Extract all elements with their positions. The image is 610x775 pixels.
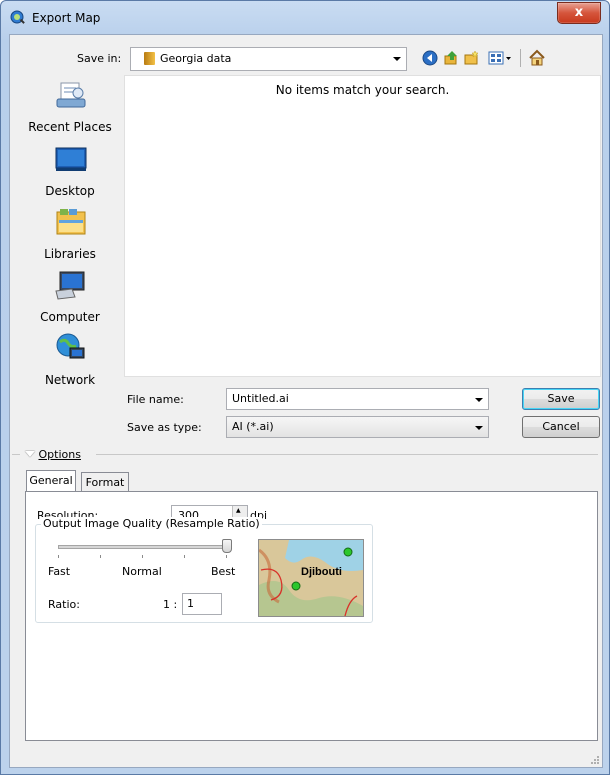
general-panel: Resolution: 300 ▲ ▼ dpi Output Image Qua… bbox=[25, 491, 598, 741]
dialog-client: Save in: Georgia data Recent Places Desk… bbox=[9, 34, 603, 768]
save-as-type-dropdown[interactable]: AI (*.ai) bbox=[226, 416, 489, 438]
place-label: Libraries bbox=[44, 247, 96, 261]
options-divider-right bbox=[96, 454, 598, 455]
app-icon bbox=[10, 10, 25, 24]
options-divider-left bbox=[12, 454, 20, 455]
slider-label-best: Best bbox=[211, 565, 236, 578]
empty-message: No items match your search. bbox=[275, 83, 450, 97]
network-icon bbox=[56, 333, 85, 359]
file-list[interactable]: No items match your search. bbox=[124, 75, 601, 377]
recent-places-icon bbox=[56, 82, 86, 108]
folder-icon bbox=[144, 52, 155, 65]
file-name-value: Untitled.ai bbox=[232, 392, 289, 405]
ratio-field[interactable]: 1 bbox=[182, 593, 222, 615]
toolbar-separator bbox=[520, 49, 521, 67]
back-icon[interactable] bbox=[422, 50, 438, 66]
quality-slider-track[interactable] bbox=[58, 545, 230, 549]
computer-icon bbox=[55, 271, 85, 300]
place-label: Desktop bbox=[45, 184, 95, 198]
resize-grip-icon[interactable] bbox=[590, 755, 600, 765]
quality-slider-thumb[interactable] bbox=[222, 539, 232, 553]
place-desktop[interactable]: Desktop bbox=[18, 139, 122, 199]
desktop-icon bbox=[55, 147, 87, 171]
libraries-icon bbox=[56, 209, 86, 235]
home-icon[interactable] bbox=[528, 49, 546, 67]
close-button[interactable]: x bbox=[557, 2, 601, 24]
slider-tick bbox=[100, 555, 101, 558]
save-as-type-value: AI (*.ai) bbox=[232, 420, 274, 433]
tab-format[interactable]: Format bbox=[81, 472, 129, 492]
chevron-down-icon[interactable] bbox=[475, 398, 483, 402]
new-folder-icon[interactable] bbox=[464, 50, 480, 66]
chevron-down-icon[interactable] bbox=[393, 57, 401, 61]
place-recent-places[interactable]: Recent Places bbox=[18, 75, 122, 135]
save-in-dropdown[interactable]: Georgia data bbox=[130, 47, 407, 71]
save-in-label: Save in: bbox=[77, 52, 122, 65]
places-bar: Recent Places Desktop Libraries Computer… bbox=[18, 75, 122, 435]
window-title: Export Map bbox=[32, 11, 101, 25]
views-menu-icon[interactable] bbox=[488, 50, 514, 66]
slider-tick bbox=[58, 555, 59, 558]
place-computer[interactable]: Computer bbox=[18, 265, 122, 325]
group-title: Output Image Quality (Resample Ratio) bbox=[41, 517, 262, 530]
preview-label: Djibouti bbox=[301, 566, 342, 578]
slider-label-fast: Fast bbox=[48, 565, 71, 578]
options-label: Options bbox=[38, 448, 81, 461]
arrow-up-icon[interactable]: ▲ bbox=[236, 508, 241, 514]
slider-tick bbox=[226, 555, 227, 558]
slider-tick bbox=[184, 555, 185, 558]
slider-tick bbox=[142, 555, 143, 558]
place-label: Computer bbox=[40, 310, 100, 324]
options-toggle[interactable]: Options bbox=[25, 448, 81, 461]
up-folder-icon[interactable] bbox=[443, 50, 459, 66]
slider-label-normal: Normal bbox=[122, 565, 162, 578]
tab-general[interactable]: General bbox=[26, 470, 76, 492]
place-libraries[interactable]: Libraries bbox=[18, 202, 122, 262]
save-as-type-label: Save as type: bbox=[127, 421, 202, 434]
cancel-button[interactable]: Cancel bbox=[522, 416, 600, 438]
ratio-prefix: 1 : bbox=[163, 598, 178, 611]
map-preview: Djibouti bbox=[258, 539, 364, 617]
file-name-field[interactable]: Untitled.ai bbox=[226, 388, 489, 410]
place-label: Network bbox=[44, 373, 96, 387]
export-map-window: Export Map x Save in: Georgia data Recen… bbox=[0, 0, 610, 775]
ratio-value: 1 bbox=[187, 597, 194, 610]
save-button[interactable]: Save bbox=[522, 388, 600, 410]
place-network[interactable]: Network bbox=[18, 328, 122, 388]
save-in-value: Georgia data bbox=[160, 52, 232, 65]
chevron-down-icon bbox=[25, 451, 35, 457]
place-label: Recent Places bbox=[28, 120, 112, 134]
ratio-label: Ratio: bbox=[48, 598, 80, 611]
file-name-label: File name: bbox=[127, 393, 184, 406]
chevron-down-icon[interactable] bbox=[475, 426, 483, 430]
output-quality-group: Output Image Quality (Resample Ratio) Fa… bbox=[35, 517, 373, 623]
title-bar[interactable]: Export Map x bbox=[1, 1, 609, 35]
map-preview-image: Djibouti bbox=[259, 540, 363, 616]
